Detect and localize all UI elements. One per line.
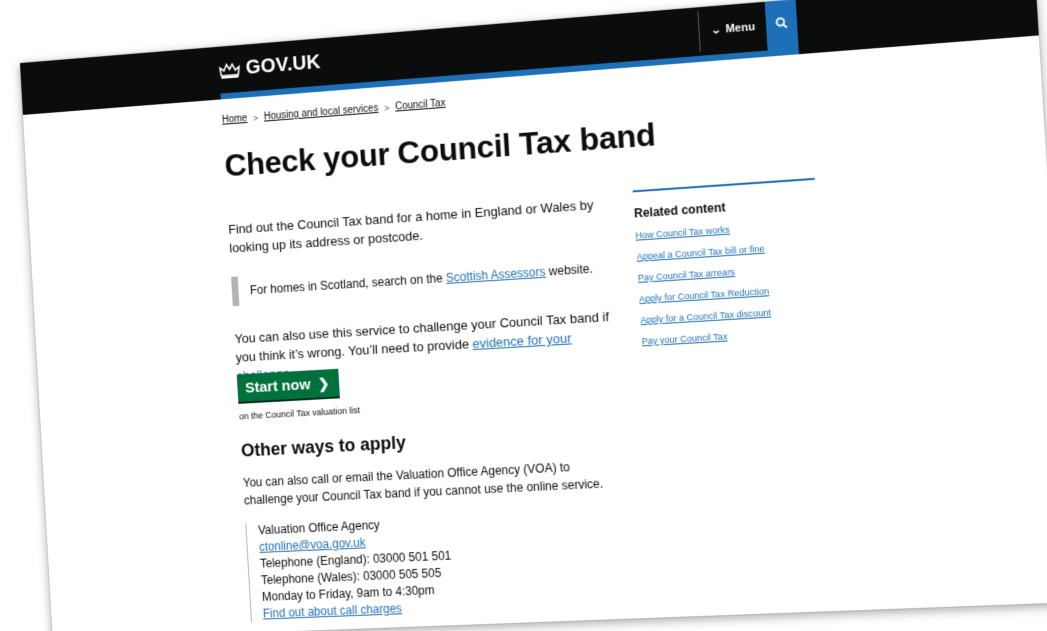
search-icon	[775, 15, 788, 34]
start-note: on the Council Tax valuation list	[239, 405, 360, 421]
related-link-discount[interactable]: Apply for a Council Tax discount	[640, 304, 823, 325]
related-link-appeal[interactable]: Appeal a Council Tax bill or fine	[636, 240, 819, 262]
other-ways-heading: Other ways to apply	[241, 432, 407, 461]
related-link-pay[interactable]: Pay your Council Tax	[641, 326, 824, 347]
breadcrumb-housing[interactable]: Housing and local services	[264, 103, 379, 123]
page-title: Check your Council Tax band	[224, 116, 657, 184]
search-button[interactable]	[765, 0, 799, 51]
menu-label: Menu	[725, 21, 755, 36]
other-ways-text: You can also call or email the Valuation…	[242, 456, 616, 510]
voa-contact-details: Valuation Office Agency ctonline@voa.gov…	[245, 514, 454, 623]
logo-text: GOV.UK	[245, 51, 321, 80]
breadcrumb-council-tax[interactable]: Council Tax	[395, 98, 446, 113]
inset-prefix: For homes in Scotland, search on the	[250, 271, 447, 297]
site-header: GOV.UK ⌄ Menu	[20, 0, 1039, 115]
govuk-logo[interactable]: GOV.UK	[219, 51, 322, 82]
lead-paragraph: Find out the Council Tax band for a home…	[228, 193, 621, 257]
crown-icon	[219, 60, 241, 79]
related-content: Related content How Council Tax works Ap…	[633, 178, 825, 358]
breadcrumb-home[interactable]: Home	[222, 113, 248, 126]
scotland-inset-text: For homes in Scotland, search on the Sco…	[231, 252, 623, 306]
breadcrumb-separator-icon: >	[253, 113, 259, 123]
related-link-arrears[interactable]: Pay Council Tax arrears	[638, 261, 821, 283]
related-heading: Related content	[634, 194, 817, 220]
start-now-button[interactable]: Start now ❯	[237, 369, 340, 402]
chevron-right-icon: ❯	[318, 375, 330, 392]
scottish-assessors-link[interactable]: Scottish Assessors	[446, 265, 546, 285]
related-link-reduction[interactable]: Apply for Council Tax Reduction	[639, 283, 822, 304]
browser-page: GOV.UK ⌄ Menu Home > Housing and local s…	[20, 0, 1047, 631]
screenshot-stage: GOV.UK ⌄ Menu Home > Housing and local s…	[0, 0, 1047, 631]
chevron-down-icon: ⌄	[710, 24, 722, 36]
start-now-label: Start now	[245, 376, 311, 396]
breadcrumb: Home > Housing and local services > Coun…	[222, 98, 446, 126]
inset-suffix: website.	[545, 262, 593, 279]
breadcrumb-separator-icon: >	[384, 103, 390, 113]
related-link-how-council-tax-works[interactable]: How Council Tax works	[635, 219, 818, 241]
menu-button[interactable]: ⌄ Menu	[697, 7, 756, 52]
